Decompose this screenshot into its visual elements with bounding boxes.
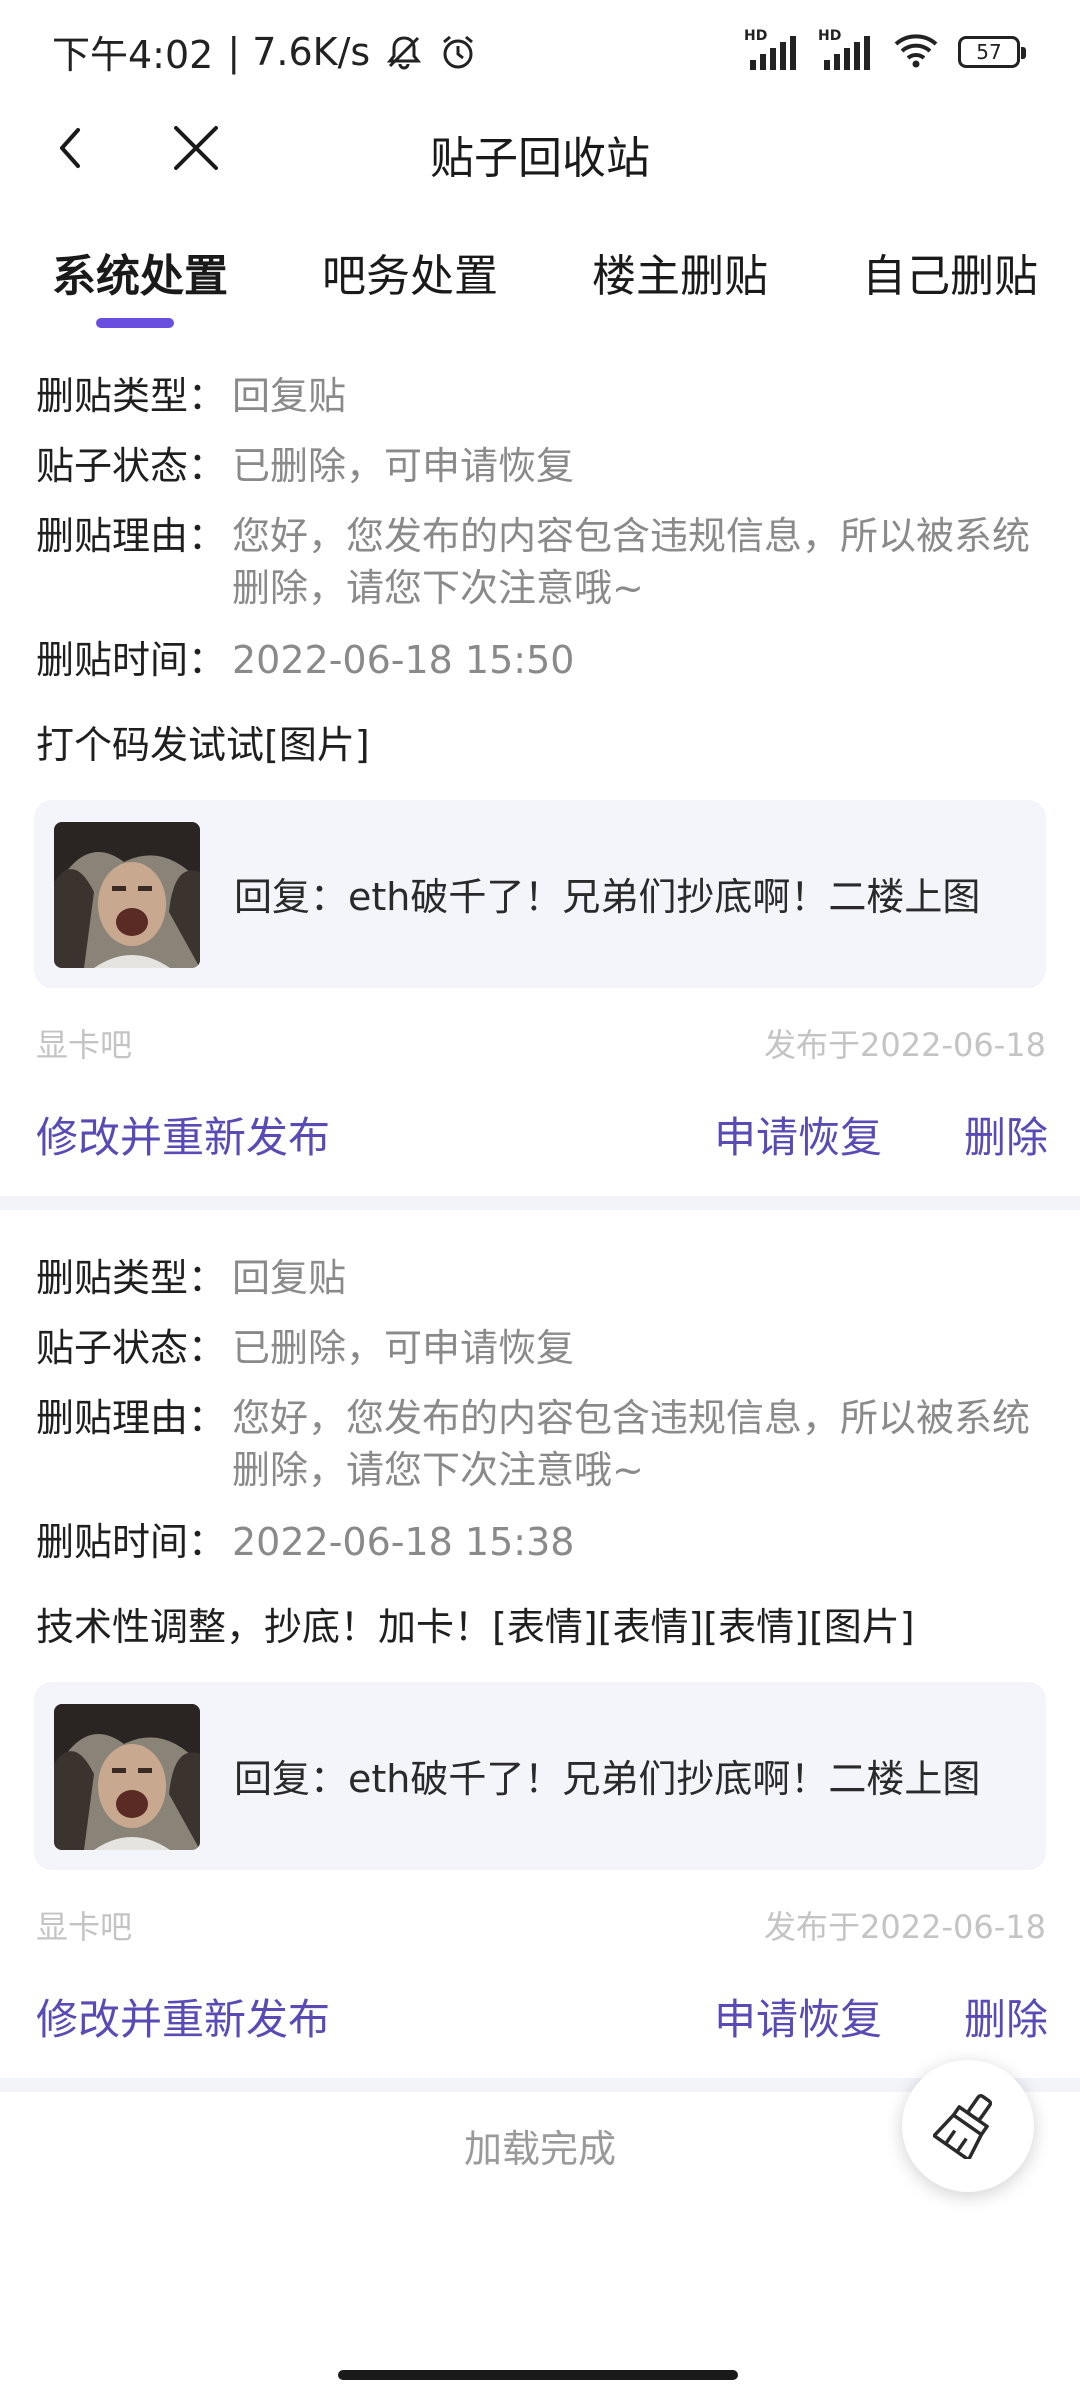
nav-bar: 贴子回收站 (0, 100, 1080, 200)
status-bar: 下午4:02 | 7.6K/s HD HD 57 (0, 0, 1080, 100)
delete-type-value: 回复贴 (232, 1256, 347, 1300)
post-status-row: 贴子状态： 已删除，可申请恢复 (36, 1322, 1062, 1374)
delete-type-label: 删贴类型： (36, 1256, 227, 1300)
delete-reason-label: 删贴理由： (36, 1396, 227, 1440)
edit-republish-button[interactable]: 修改并重新发布 (36, 1986, 330, 2047)
status-time: 下午4:02 (52, 33, 214, 77)
post-content: 打个码发试试[图片] (36, 723, 370, 767)
delete-time-value: 2022-06-18 15:38 (232, 1520, 575, 1564)
tab-moderator[interactable]: 吧务处置 (322, 240, 498, 304)
delete-reason-value: 您好，您发布的内容包含违规信息，所以被系统删除，请您下次注意哦~ (232, 514, 1031, 610)
quoted-thread[interactable]: 回复：eth破千了！兄弟们抄底啊！二楼上图 (34, 1682, 1046, 1870)
bell-off-icon (384, 32, 424, 72)
delete-time-label: 删贴时间： (36, 1520, 227, 1564)
post-status-value: 已删除，可申请恢复 (232, 1326, 575, 1370)
post-status-label: 贴子状态： (36, 444, 227, 488)
tab-bar: 系统处置 吧务处置 楼主删贴 自己删贴 (0, 230, 1080, 330)
status-left: 下午4:02 | 7.6K/s (52, 24, 478, 79)
post-status-value: 已删除，可申请恢复 (232, 444, 575, 488)
delete-type-label: 删贴类型： (36, 374, 227, 418)
delete-type-row: 删贴类型： 回复贴 (36, 370, 1062, 422)
forum-name[interactable]: 显卡吧 (36, 1020, 132, 1066)
tab-op-deleted[interactable]: 楼主删贴 (592, 240, 768, 304)
delete-reason-label: 删贴理由： (36, 514, 227, 558)
tab-indicator (96, 318, 174, 328)
edit-republish-button[interactable]: 修改并重新发布 (36, 1104, 330, 1165)
delete-time-value: 2022-06-18 15:50 (232, 638, 575, 682)
tab-system[interactable]: 系统处置 (52, 240, 228, 304)
publish-date: 发布于2022-06-18 (764, 1026, 1046, 1064)
post-content: 技术性调整，抄底！加卡！[表情][表情][表情][图片] (36, 1605, 915, 1649)
signal-icon: HD (818, 28, 874, 72)
restore-button[interactable]: 申请恢复 (714, 1104, 882, 1165)
delete-button[interactable]: 删除 (964, 1104, 1048, 1165)
card-divider (0, 1196, 1080, 1210)
forum-name[interactable]: 显卡吧 (36, 1902, 132, 1948)
signal-icon: HD (744, 28, 800, 72)
battery-icon: 57 (958, 36, 1026, 68)
restore-button[interactable]: 申请恢复 (714, 1986, 882, 2047)
tab-self-deleted[interactable]: 自己删贴 (862, 240, 1038, 304)
post-status-label: 贴子状态： (36, 1326, 227, 1370)
clean-fab-button[interactable] (902, 2060, 1034, 2192)
publish-date: 发布于2022-06-18 (764, 1908, 1046, 1946)
post-status-row: 贴子状态： 已删除，可申请恢复 (36, 440, 1062, 492)
broom-icon (932, 2089, 1003, 2163)
page-title: 贴子回收站 (430, 133, 650, 184)
delete-type-value: 回复贴 (232, 374, 347, 418)
delete-time-row: 删贴时间： 2022-06-18 15:50 (36, 634, 1062, 686)
alarm-icon (438, 32, 478, 72)
thread-thumbnail (54, 1704, 200, 1850)
delete-reason-value: 您好，您发布的内容包含违规信息，所以被系统删除，请您下次注意哦~ (232, 1396, 1031, 1492)
home-indicator[interactable] (338, 2370, 738, 2380)
quoted-thread[interactable]: 回复：eth破千了！兄弟们抄底啊！二楼上图 (34, 800, 1046, 988)
battery-level: 57 (976, 40, 1002, 64)
delete-reason-row: 删贴理由： 您好，您发布的内容包含违规信息，所以被系统删除，请您下次注意哦~ (36, 1392, 1062, 1496)
delete-time-label: 删贴时间： (36, 638, 227, 682)
delete-time-row: 删贴时间： 2022-06-18 15:38 (36, 1516, 1062, 1568)
status-net-speed: | 7.6K/s (227, 29, 371, 74)
delete-button[interactable]: 删除 (964, 1986, 1048, 2047)
quoted-thread-title: 回复：eth破千了！兄弟们抄底啊！二楼上图 (234, 1757, 981, 1801)
delete-reason-row: 删贴理由： 您好，您发布的内容包含违规信息，所以被系统删除，请您下次注意哦~ (36, 510, 1062, 614)
wifi-icon (892, 30, 940, 74)
thread-thumbnail (54, 822, 200, 968)
delete-type-row: 删贴类型： 回复贴 (36, 1252, 1062, 1304)
status-right: HD HD 57 (744, 28, 1026, 74)
quoted-thread-title: 回复：eth破千了！兄弟们抄底啊！二楼上图 (234, 875, 981, 919)
